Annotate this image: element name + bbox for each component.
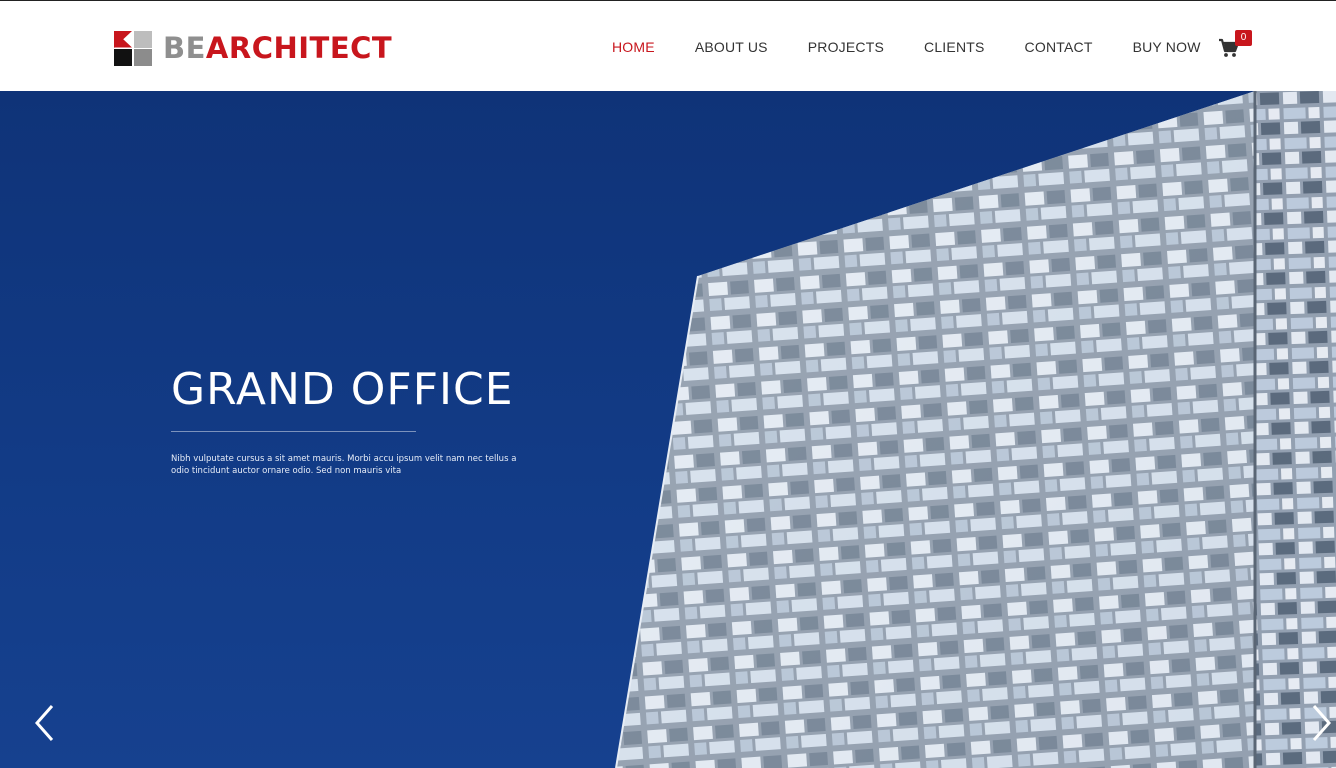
nav-projects[interactable]: PROJECTS: [808, 38, 884, 56]
site-header: BEARCHITECT HOME ABOUT US PROJECTS CLIEN…: [0, 1, 1336, 91]
nav-home[interactable]: HOME: [612, 38, 655, 56]
hero-slider: GRAND OFFICE Nibh vulputate cursus a sit…: [0, 91, 1336, 768]
nav-clients[interactable]: CLIENTS: [924, 38, 985, 56]
slider-prev-button[interactable]: [33, 703, 57, 743]
hero-divider: [171, 431, 416, 432]
nav-buy-now[interactable]: BUY NOW: [1133, 38, 1201, 56]
nav-contact[interactable]: CONTACT: [1025, 38, 1093, 56]
chevron-left-icon: [34, 705, 54, 741]
cart-button[interactable]: 0: [1218, 30, 1254, 62]
hero-content: GRAND OFFICE Nibh vulputate cursus a sit…: [171, 361, 531, 477]
main-nav: HOME ABOUT US PROJECTS CLIENTS CONTACT B…: [612, 38, 1201, 56]
hero-title: GRAND OFFICE: [171, 364, 514, 415]
logo-mark-icon: [114, 30, 152, 66]
logo-text-architect: ARCHITECT: [205, 31, 393, 65]
hero-description: Nibh vulputate cursus a sit amet mauris.…: [171, 454, 517, 476]
brand-logo[interactable]: BEARCHITECT: [114, 30, 392, 66]
logo-text: BEARCHITECT: [163, 30, 392, 66]
nav-about-us[interactable]: ABOUT US: [695, 38, 768, 56]
logo-text-be: BE: [163, 31, 206, 65]
slider-next-button[interactable]: [1309, 703, 1333, 743]
cart-count-badge: 0: [1235, 30, 1252, 46]
chevron-right-icon: [1312, 705, 1332, 741]
